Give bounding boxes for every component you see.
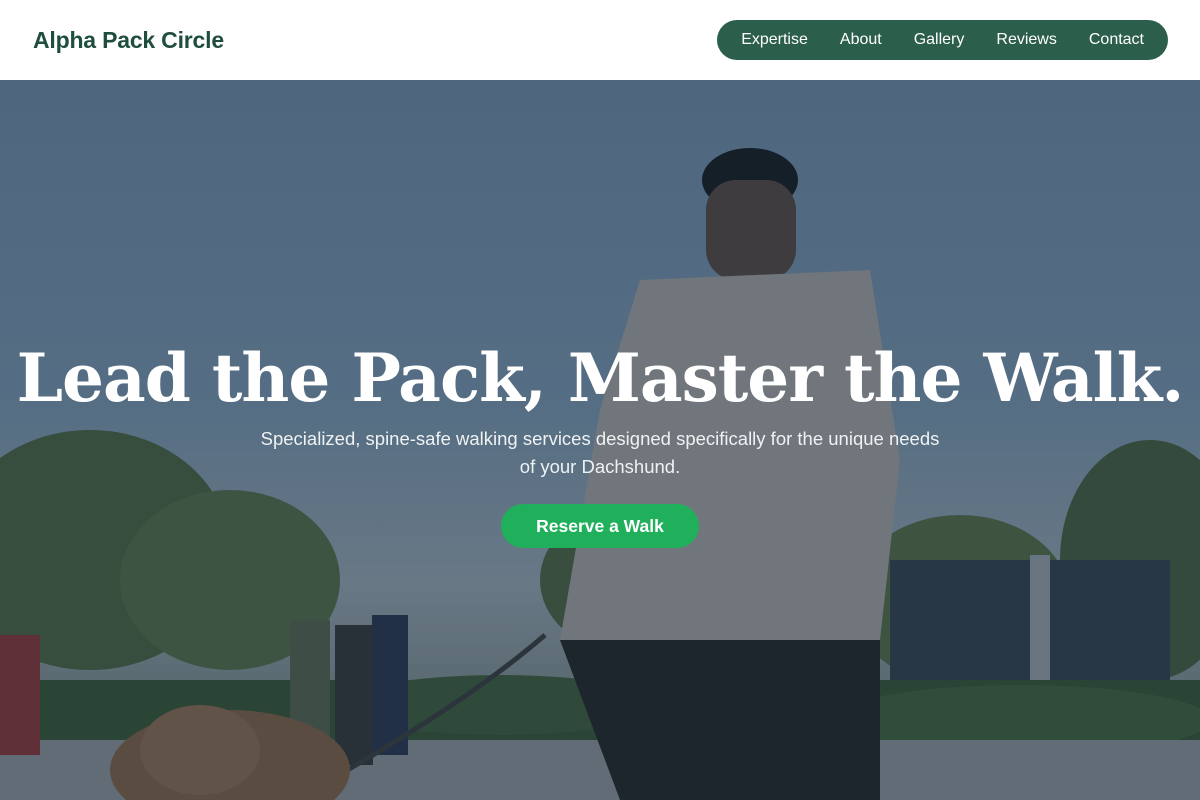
brand-logo[interactable]: Alpha Pack Circle	[33, 27, 224, 54]
reserve-walk-button[interactable]: Reserve a Walk	[501, 504, 699, 548]
hero-content: Lead the Pack, Master the Walk. Speciali…	[0, 80, 1200, 800]
hero-title: Lead the Pack, Master the Walk.	[16, 339, 1185, 417]
hero-subtitle: Specialized, spine-safe walking services…	[260, 428, 940, 477]
nav-link-reviews[interactable]: Reviews	[980, 20, 1072, 60]
main-nav: Expertise About Gallery Reviews Contact	[717, 20, 1168, 60]
nav-link-contact[interactable]: Contact	[1073, 20, 1160, 60]
nav-link-gallery[interactable]: Gallery	[898, 20, 981, 60]
nav-link-expertise[interactable]: Expertise	[725, 20, 824, 60]
site-header: Alpha Pack Circle Expertise About Galler…	[0, 0, 1200, 80]
hero-section: Lead the Pack, Master the Walk. Speciali…	[0, 80, 1200, 800]
nav-link-about[interactable]: About	[824, 20, 898, 60]
